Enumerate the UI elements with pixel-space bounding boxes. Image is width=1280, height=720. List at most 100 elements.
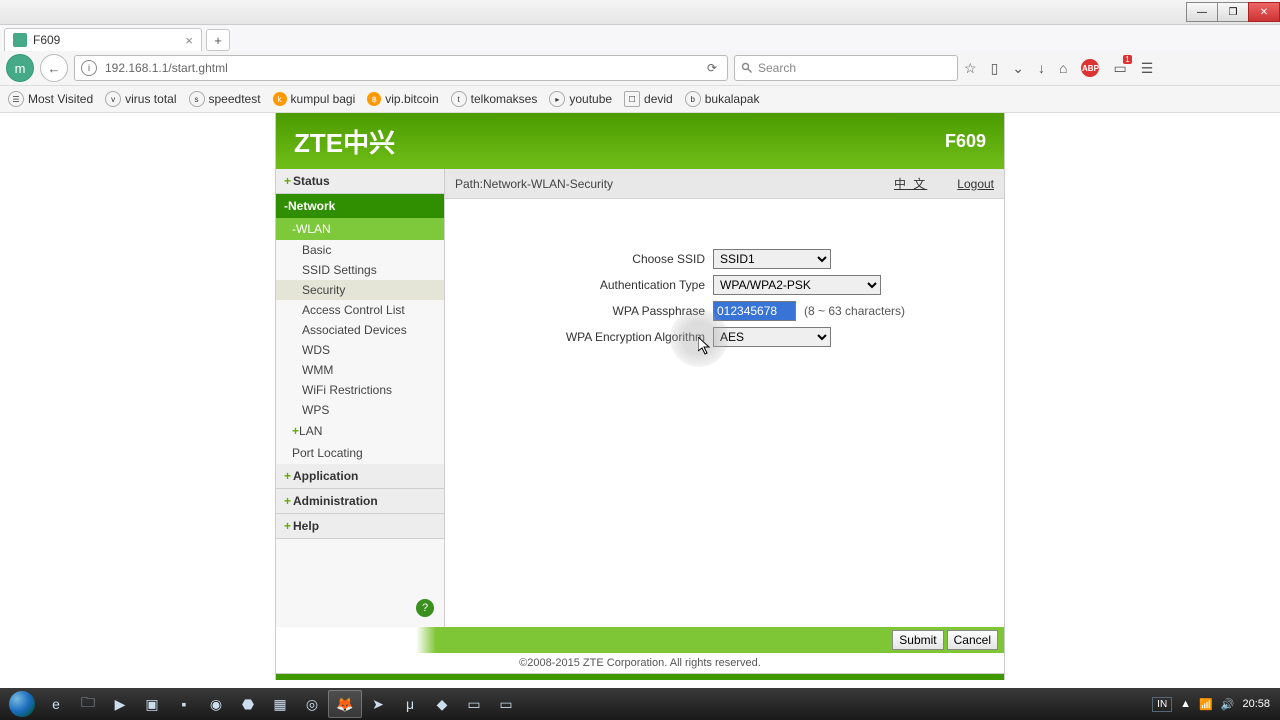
bookmark-item[interactable]: ☐devid [624,91,673,107]
label-auth-type: Authentication Type [465,278,713,292]
sidebar-sub-basic[interactable]: Basic [276,240,444,260]
taskbar-explorer-icon[interactable]: 🗀 [72,691,104,717]
browser-tab-active[interactable]: F609 × [4,28,202,51]
cursor-icon [698,337,712,355]
tray-clock[interactable]: 20:58 [1242,698,1270,710]
bookmark-item[interactable]: kkumpul bagi [273,92,356,106]
sidebar-item-port-locating[interactable]: Port Locating [276,442,444,464]
taskbar-app-icon[interactable]: ▭ [490,691,522,717]
sidebar-item-administration[interactable]: +Administration [276,489,444,514]
sidebar-sub-associated-devices[interactable]: Associated Devices [276,320,444,340]
sidebar-item-status[interactable]: +Status [276,169,444,194]
window-maximize-button[interactable]: ❐ [1217,2,1249,22]
sidebar-item-wlan[interactable]: -WLAN [276,218,444,240]
input-wpa-passphrase[interactable] [713,301,796,321]
search-placeholder: Search [758,61,796,75]
sidebar-item-network[interactable]: -Network [276,194,444,218]
taskbar-chrome-icon[interactable]: ◎ [296,691,328,717]
search-box[interactable]: Search [734,55,958,81]
bookmark-item[interactable]: ▸youtube [549,91,612,107]
tray-network-icon[interactable]: 📶 [1199,698,1213,711]
taskbar-ie-icon[interactable]: e [40,691,72,717]
sidebar-sub-wps[interactable]: WPS [276,400,444,420]
sidebar-sub-wifi-restrictions[interactable]: WiFi Restrictions [276,380,444,400]
url-bar[interactable]: i ⟳ [74,55,728,81]
bookmark-item[interactable]: vvirus total [105,91,176,107]
bookmark-item[interactable]: ☰Most Visited [8,91,93,107]
url-input[interactable] [103,60,707,76]
select-choose-ssid[interactable]: SSID1 [713,249,831,269]
tray-language[interactable]: IN [1152,697,1172,712]
taskbar-app-icon[interactable]: ◉ [200,691,232,717]
taskbar-app-icon[interactable]: ⬣ [232,691,264,717]
windows-taskbar: e 🗀 ▶ ▣ ▪ ◉ ⬣ ▦ ◎ 🦊 ➤ μ ◆ ▭ ▭ IN ▲ 📶 🔊 2… [0,688,1280,720]
label-choose-ssid: Choose SSID [465,252,713,266]
submit-button[interactable]: Submit [892,630,943,650]
page-viewport[interactable]: ZTE中兴 F609 +Status -Network -WLAN Basic … [0,113,1280,691]
cancel-button[interactable]: Cancel [947,630,998,650]
notification-icon[interactable]: ▭ [1113,60,1126,77]
taskbar-media-icon[interactable]: ▶ [104,691,136,717]
breadcrumb: Path:Network-WLAN-Security [455,177,613,191]
language-link[interactable]: 中 文 [894,175,927,192]
bookmark-item[interactable]: ฿vip.bitcoin [367,92,438,106]
site-info-icon[interactable]: i [81,60,97,76]
router-content: Path:Network-WLAN-Security 中 文 Logout Ch… [445,169,1004,627]
router-brand-logo: ZTE中兴 [294,123,395,160]
bookmark-item[interactable]: bbukalapak [685,91,760,107]
taskbar-app-icon[interactable]: ➤ [362,691,394,717]
help-icon[interactable]: ? [416,599,434,617]
passphrase-hint: (8 ~ 63 characters) [804,304,905,318]
router-sidebar: +Status -Network -WLAN Basic SSID Settin… [276,169,445,627]
sidebar-sub-acl[interactable]: Access Control List [276,300,444,320]
sidebar-item-help[interactable]: +Help [276,514,444,539]
sidebar-sub-ssid-settings[interactable]: SSID Settings [276,260,444,280]
browser-tabstrip: F609 × + [0,25,1280,51]
label-wpa-passphrase: WPA Passphrase [465,304,713,318]
window-close-button[interactable]: ✕ [1248,2,1280,22]
system-tray: IN ▲ 📶 🔊 20:58 [1152,697,1276,712]
bookmark-star-icon[interactable]: ☆ [964,60,977,77]
tray-volume-icon[interactable]: 🔊 [1221,698,1235,711]
taskbar-app-icon[interactable]: ▭ [458,691,490,717]
pocket-icon[interactable]: ⌄ [1012,60,1024,77]
tab-title: F609 [33,33,60,47]
taskbar-app-icon[interactable]: ◆ [426,691,458,717]
logout-link[interactable]: Logout [957,177,994,191]
tray-flag-icon[interactable]: ▲ [1180,698,1191,710]
cursor-highlight [670,309,728,367]
sidebar-item-application[interactable]: +Application [276,464,444,489]
router-model: F609 [945,131,986,152]
taskbar-app-icon[interactable]: ▣ [136,691,168,717]
adblock-icon[interactable]: ABP [1081,59,1099,77]
downloads-icon[interactable]: ↓ [1038,60,1045,76]
windows-logo-icon [9,691,35,717]
library-icon[interactable]: ▯ [991,60,999,77]
bookmark-item[interactable]: ttelkomakses [451,91,538,107]
select-wpa-encryption[interactable]: AES [713,327,831,347]
identity-button[interactable]: m [6,54,34,82]
taskbar-app-icon[interactable]: μ [394,691,426,717]
sidebar-item-lan[interactable]: +LAN [276,420,444,442]
window-minimize-button[interactable]: — [1186,2,1218,22]
hamburger-menu-icon[interactable]: ☰ [1141,60,1154,77]
taskbar-app-icon[interactable]: ▦ [264,691,296,717]
home-icon[interactable]: ⌂ [1059,60,1067,76]
taskbar-cmd-icon[interactable]: ▪ [168,691,200,717]
window-titlebar: — ❐ ✕ [0,0,1280,25]
bookmarks-bar: ☰Most Visited vvirus total sspeedtest kk… [0,86,1280,113]
bookmark-item[interactable]: sspeedtest [189,91,261,107]
taskbar-firefox-icon[interactable]: 🦊 [328,690,362,718]
tab-close-icon[interactable]: × [185,33,193,48]
new-tab-button[interactable]: + [206,29,230,51]
start-button[interactable] [4,690,40,718]
breadcrumb-row: Path:Network-WLAN-Security 中 文 Logout [445,169,1004,199]
browser-toolbar: m ← i ⟳ Search ☆ ▯ ⌄ ↓ ⌂ ABP ▭ ☰ [0,51,1280,86]
reload-icon[interactable]: ⟳ [707,61,721,75]
sidebar-sub-wmm[interactable]: WMM [276,360,444,380]
copyright-text: ©2008-2015 ZTE Corporation. All rights r… [275,653,1005,674]
sidebar-sub-security[interactable]: Security [276,280,444,300]
sidebar-sub-wds[interactable]: WDS [276,340,444,360]
select-auth-type[interactable]: WPA/WPA2-PSK [713,275,881,295]
back-button[interactable]: ← [40,54,68,82]
